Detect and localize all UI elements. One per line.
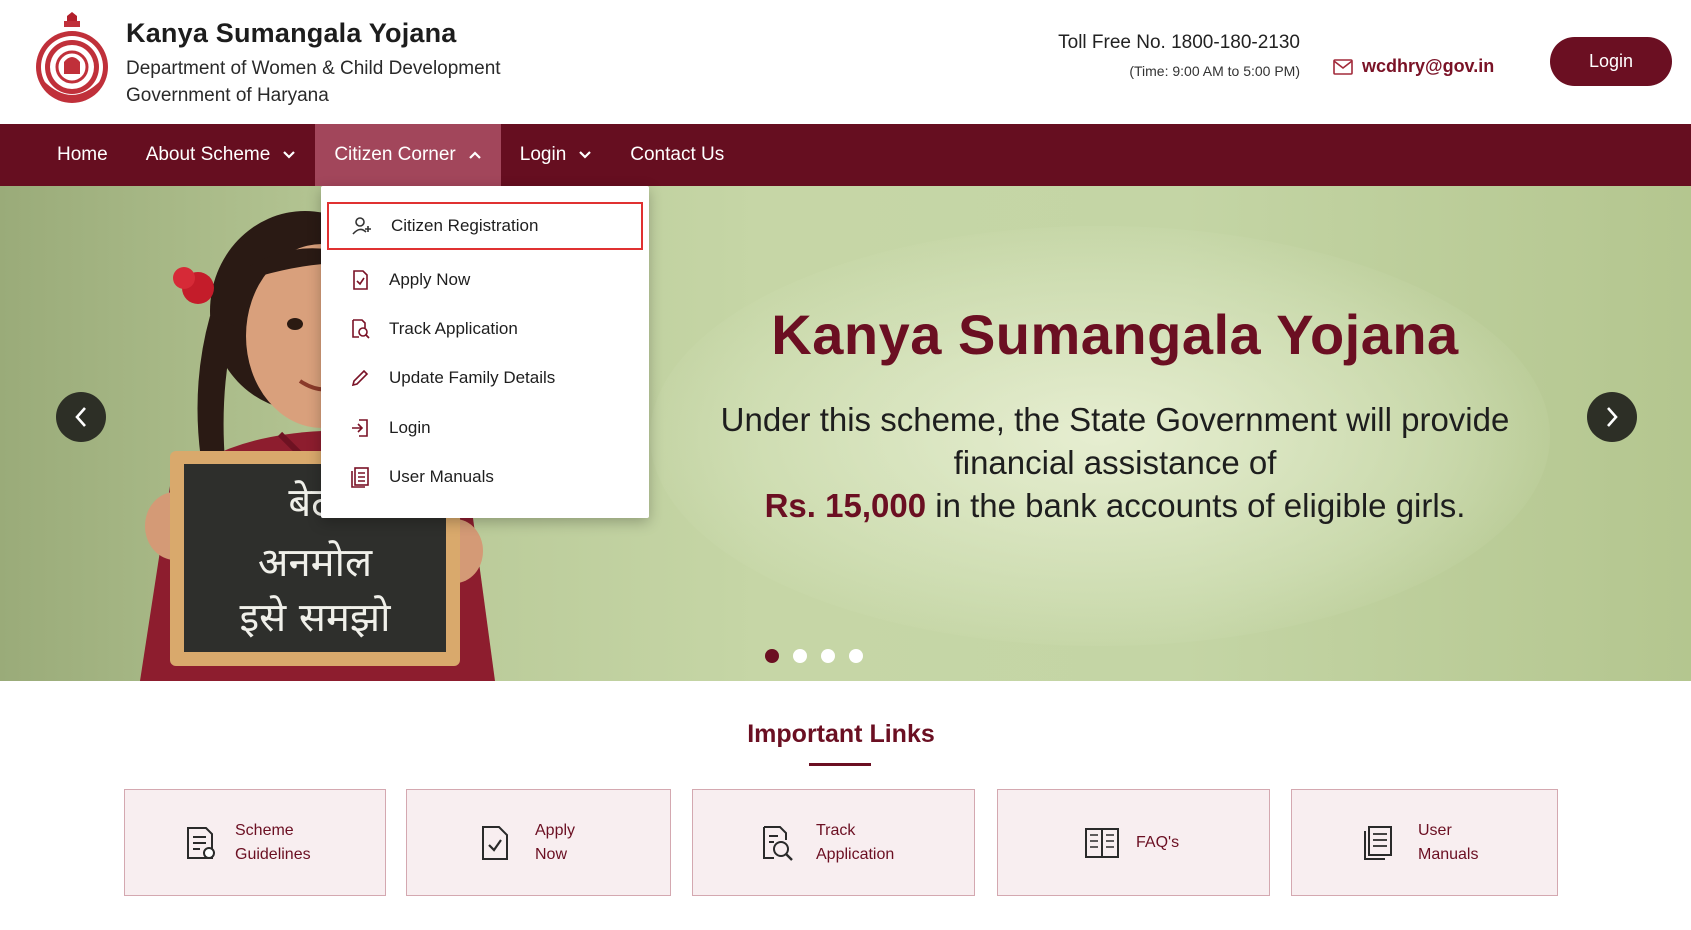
email-address: wcdhry@gov.in (1362, 56, 1495, 76)
card-label: Apply Now (535, 819, 575, 867)
chevron-left-icon (75, 407, 86, 427)
hero-text-before: Under this scheme, the State Government … (720, 401, 1510, 481)
carousel-indicators (765, 649, 863, 663)
tollfree-number: Toll Free No. 1800-180-2130 (1058, 32, 1300, 53)
citizen-corner-dropdown: Citizen Registration Apply Now Track App… (321, 186, 649, 518)
hero-carousel: बेटी अनमोल इसे समझो Kanya Sumangala Yoja… (0, 186, 1691, 681)
dropdown-item-label: Apply Now (389, 270, 471, 289)
carousel-dot[interactable] (765, 649, 779, 663)
dropdown-item-label: Login (389, 418, 431, 437)
hero-text-after: in the bank accounts of eligible girls. (935, 487, 1466, 524)
dropdown-item-label: Citizen Registration (391, 216, 539, 235)
carousel-prev-button[interactable] (56, 392, 106, 442)
link-card-track-application[interactable]: Track Application (692, 789, 975, 896)
carousel-dot[interactable] (793, 649, 807, 663)
dropdown-item-label: User Manuals (389, 467, 494, 486)
card-label: Track Application (816, 819, 894, 867)
chevron-up-icon (468, 151, 481, 159)
dropdown-item-label: Track Application (389, 319, 518, 338)
nav-contact-label: Contact Us (630, 144, 725, 165)
card-label: User Manuals (1418, 819, 1478, 867)
nav-citizen-label: Citizen Corner (334, 144, 456, 165)
carousel-dot[interactable] (821, 649, 835, 663)
dropdown-item-apply-now[interactable]: Apply Now (327, 256, 643, 304)
nav-home-label: Home (57, 144, 108, 165)
guidelines-icon (181, 823, 221, 863)
chevron-down-icon (283, 151, 296, 159)
nav-login[interactable]: Login (501, 124, 612, 186)
dropdown-item-update-family-details[interactable]: Update Family Details (327, 354, 643, 402)
nav-citizen-corner[interactable]: Citizen Corner (315, 124, 501, 186)
user-plus-icon (351, 215, 373, 237)
card-label-line: Manuals (1418, 845, 1479, 863)
manual-book-icon (1358, 823, 1398, 863)
header-login-button[interactable]: Login (1550, 37, 1672, 86)
card-label: Scheme Guidelines (235, 819, 311, 867)
tollfree-hours: (Time: 9:00 AM to 5:00 PM) (1129, 63, 1300, 79)
dropdown-item-citizen-registration[interactable]: Citizen Registration (327, 202, 643, 250)
site-title: Kanya Sumangala Yojana (126, 18, 457, 48)
nav-about-label: About Scheme (145, 144, 271, 165)
important-links-heading: Important Links (747, 720, 935, 748)
login-arrow-icon (349, 417, 371, 439)
dropdown-item-track-application[interactable]: Track Application (327, 305, 643, 353)
hero-description: Under this scheme, the State Government … (720, 398, 1510, 527)
brand-block: Kanya Sumangala Yojana Department of Wom… (126, 18, 501, 109)
tollfree-block: Toll Free No. 1800-180-2130 (Time: 9:00 … (1000, 32, 1300, 79)
link-card-user-manuals[interactable]: User Manuals (1291, 789, 1558, 896)
document-check-icon (349, 269, 371, 291)
dropdown-item-user-manuals[interactable]: User Manuals (327, 453, 643, 501)
mail-icon (1333, 58, 1353, 75)
card-label-line: Scheme (235, 821, 294, 839)
card-label-line: Now (535, 845, 568, 863)
pencil-icon (349, 367, 371, 389)
card-label: FAQ's (1136, 833, 1180, 851)
document-search-icon (349, 318, 371, 340)
link-card-apply-now[interactable]: Apply Now (406, 789, 671, 896)
nav-login-label: Login (519, 144, 567, 165)
hero-title: Kanya Sumangala Yojana (771, 303, 1459, 366)
carousel-dot[interactable] (849, 649, 863, 663)
document-search-icon (758, 823, 798, 863)
link-card-faqs[interactable]: FAQ's (997, 789, 1270, 896)
chevron-right-icon (1607, 407, 1618, 427)
card-label-line: Application (816, 845, 895, 863)
site-header: Kanya Sumangala Yojana Department of Wom… (0, 0, 1691, 124)
heading-underline (809, 763, 871, 766)
email-link[interactable]: wcdhry@gov.in (1333, 56, 1494, 77)
manual-book-icon (349, 466, 371, 488)
chevron-down-icon (579, 151, 592, 159)
dropdown-item-label: Update Family Details (389, 368, 556, 387)
card-label-line: Track (816, 821, 856, 839)
nav-contact-us[interactable]: Contact Us (611, 124, 743, 186)
card-label-line: Apply (535, 821, 576, 839)
link-card-scheme-guidelines[interactable]: Scheme Guidelines (124, 789, 386, 896)
document-check-icon (475, 823, 515, 863)
dropdown-item-login[interactable]: Login (327, 404, 643, 452)
nav-about-scheme[interactable]: About Scheme (127, 124, 316, 186)
card-label-line: User (1418, 821, 1452, 839)
main-nav: Home About Scheme Citizen Corner Login C… (0, 124, 1691, 186)
slate-line-2: अनमोल (258, 540, 373, 586)
nav-home[interactable]: Home (0, 124, 127, 186)
hero-amount: Rs. 15,000 (764, 487, 927, 524)
card-label-line: Guidelines (235, 845, 311, 863)
government-name: Government of Haryana (126, 85, 329, 106)
slate-line-3: इसे समझो (240, 595, 392, 641)
carousel-next-button[interactable] (1587, 392, 1637, 442)
haryana-emblem-icon (36, 12, 108, 103)
department-name: Department of Women & Child Development (126, 58, 501, 79)
faq-book-icon (1082, 823, 1122, 863)
